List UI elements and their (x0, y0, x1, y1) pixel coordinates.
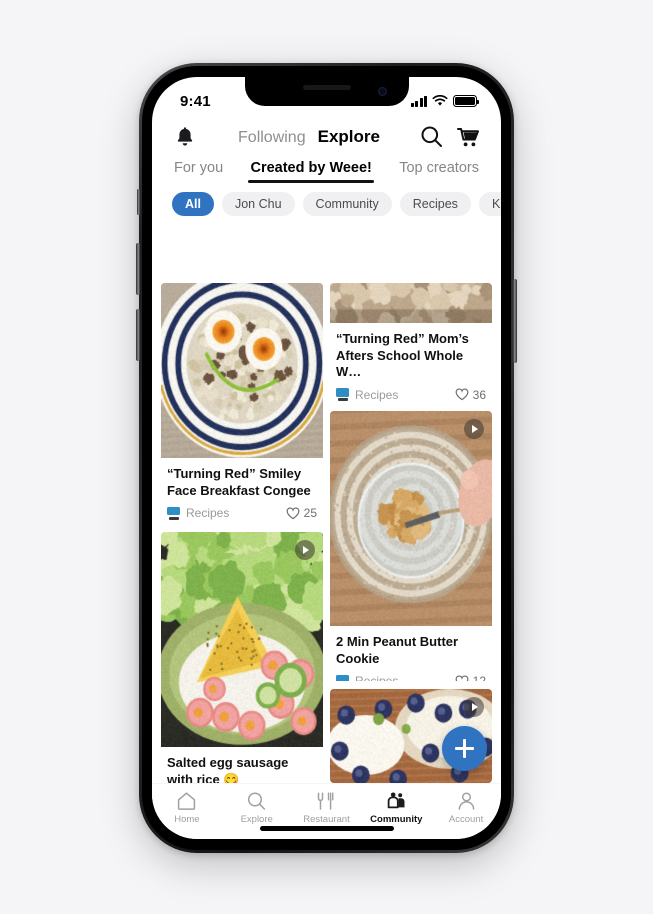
screenshot-stage: 9:41 Following Explore For you Created b… (0, 0, 653, 914)
card-category: Recipes (336, 674, 398, 681)
tab-bar-label: Restaurant (303, 814, 349, 825)
heart-icon (455, 388, 469, 401)
segment-control: Following Explore (198, 127, 420, 147)
card-title: Salted egg sausage with rice 😋 (161, 747, 323, 783)
segment-explore[interactable]: Explore (318, 127, 380, 147)
tab-bar-item-community[interactable]: Community (361, 791, 431, 825)
cutlery-icon (316, 791, 337, 811)
wifi-icon (432, 95, 448, 107)
person-icon (456, 791, 477, 811)
device-screen: 9:41 Following Explore For you Created b… (152, 77, 501, 839)
app-top-nav: Following Explore (152, 119, 501, 158)
play-badge-icon[interactable] (464, 697, 484, 717)
card-category: Recipes (167, 506, 229, 520)
iphone-device-frame: 9:41 Following Explore For you Created b… (139, 63, 514, 853)
feed-card[interactable]: Salted egg sausage with rice 😋 (161, 532, 323, 783)
tab-for-you[interactable]: For you (174, 160, 223, 183)
card-title: “Turning Red” Smiley Face Breakfast Cong… (161, 458, 323, 499)
card-thumbnail[interactable] (161, 532, 323, 747)
tab-bar-label: Account (449, 814, 483, 825)
card-like-count: 36 (473, 388, 486, 402)
content-feed[interactable]: “Turning Red” Smiley Face Breakfast Cong… (152, 283, 501, 783)
segment-following[interactable]: Following (238, 129, 306, 147)
card-like-count: 12 (473, 674, 486, 681)
tab-bar-item-explore[interactable]: Explore (222, 791, 292, 825)
earpiece-speaker-icon (303, 85, 351, 90)
card-thumbnail[interactable] (330, 283, 492, 323)
tab-bar-item-account[interactable]: Account (431, 791, 501, 825)
chip-kitchen[interactable]: Kitchen (479, 192, 501, 216)
tab-bar-item-restaurant[interactable]: Restaurant (292, 791, 362, 825)
card-title: “Turning Red” Mom’s Afters School Whole … (330, 323, 492, 381)
search-icon[interactable] (420, 125, 443, 148)
card-meta: Recipes 25 (161, 499, 323, 524)
filter-chip-row[interactable]: All Jon Chu Community Recipes Kitchen (152, 183, 501, 225)
tab-bar-item-home[interactable]: Home (152, 791, 222, 825)
notch (245, 77, 409, 106)
feed-card[interactable]: “Turning Red” Smiley Face Breakfast Cong… (161, 283, 323, 524)
feed-column-left: “Turning Red” Smiley Face Breakfast Cong… (161, 283, 323, 783)
volume-up-button[interactable] (136, 243, 140, 295)
card-category-label: Recipes (355, 388, 398, 402)
tab-top-creators[interactable]: Top creators (399, 160, 479, 183)
search-icon (246, 791, 267, 811)
recipes-badge-icon (336, 388, 349, 401)
card-likes[interactable]: 12 (455, 674, 486, 681)
top-nav-actions (420, 125, 481, 148)
power-button[interactable] (513, 279, 517, 363)
front-camera-icon (378, 87, 387, 96)
volume-down-button[interactable] (136, 309, 140, 361)
battery-icon (453, 95, 477, 107)
tab-bar-label: Home (174, 814, 199, 825)
card-category-label: Recipes (186, 506, 229, 520)
status-bar-time: 9:41 (180, 93, 211, 110)
card-category: Recipes (336, 388, 398, 402)
card-likes[interactable]: 25 (286, 506, 317, 520)
signal-bars-icon (411, 96, 428, 107)
recipes-badge-icon (167, 507, 180, 520)
status-bar-indicators (411, 95, 478, 107)
community-icon (386, 791, 407, 811)
chip-community[interactable]: Community (303, 192, 392, 216)
tab-created-by-weee[interactable]: Created by Weee! (250, 160, 371, 183)
chip-all[interactable]: All (172, 192, 214, 216)
cart-icon[interactable] (457, 126, 481, 148)
card-category-label: Recipes (355, 674, 398, 681)
play-badge-icon[interactable] (295, 540, 315, 560)
card-like-count: 25 (304, 506, 317, 520)
card-thumbnail[interactable] (161, 283, 323, 458)
tab-bar-label: Community (370, 814, 422, 825)
heart-icon (286, 507, 300, 520)
chip-jon-chu[interactable]: Jon Chu (222, 192, 295, 216)
chip-recipes[interactable]: Recipes (400, 192, 471, 216)
recipes-badge-icon (336, 675, 349, 681)
card-thumbnail[interactable] (330, 411, 492, 626)
category-tabs: For you Created by Weee! Top creators (152, 160, 501, 183)
mute-switch-button[interactable] (137, 189, 140, 215)
bell-icon[interactable] (172, 126, 198, 147)
card-title: 2 Min Peanut Butter Cookie (330, 626, 492, 667)
device-bezel: 9:41 Following Explore For you Created b… (142, 66, 511, 850)
tab-bar-label: Explore (241, 814, 273, 825)
feed-column-right: “Turning Red” Mom’s Afters School Whole … (330, 283, 492, 783)
feed-card[interactable]: “Turning Red” Mom’s Afters School Whole … (330, 283, 492, 403)
home-indicator[interactable] (260, 826, 394, 831)
card-likes[interactable]: 36 (455, 388, 486, 402)
create-post-fab-button[interactable] (442, 726, 487, 771)
card-meta: Recipes 12 (330, 667, 492, 681)
heart-icon (455, 675, 469, 681)
card-meta: Recipes 36 (330, 381, 492, 404)
home-icon (176, 791, 197, 811)
feed-card[interactable]: 2 Min Peanut Butter Cookie Recipes (330, 411, 492, 681)
